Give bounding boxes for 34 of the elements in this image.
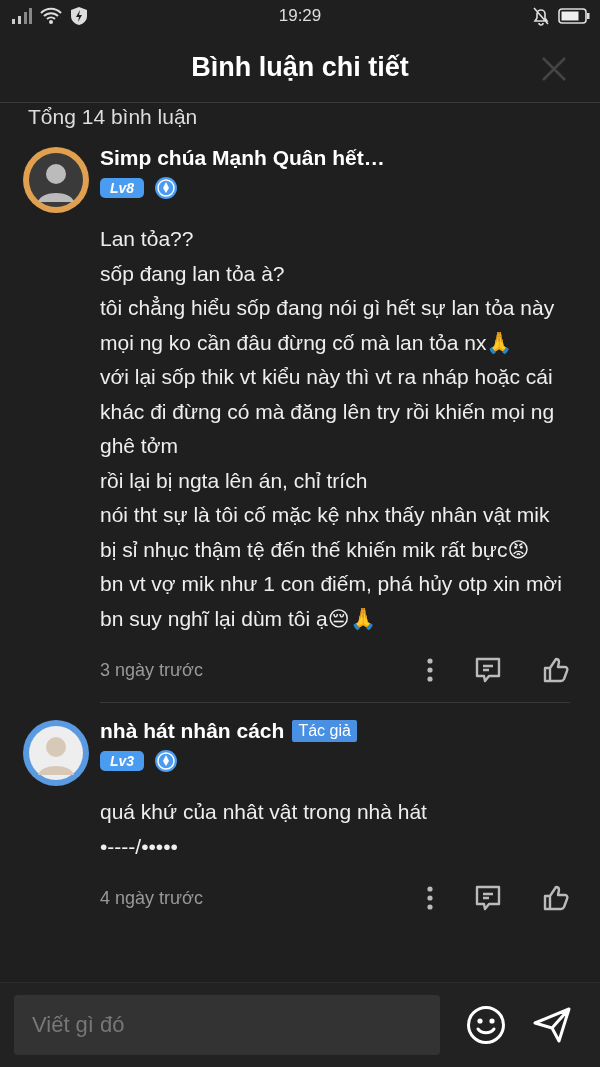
user-name[interactable]: Simp chúa Mạnh Quân hết… xyxy=(100,146,385,170)
thumbs-up-icon[interactable] xyxy=(542,884,570,912)
comment-text: •----/••••• xyxy=(100,833,179,860)
bell-off-icon xyxy=(532,6,550,26)
more-icon[interactable] xyxy=(426,658,434,682)
badge-icon xyxy=(154,749,179,773)
comment-icon[interactable] xyxy=(474,656,502,684)
author-tag: Tác giả xyxy=(292,720,357,742)
comment-text: bn vt vợ mik như 1 con điếm, phá hủy otp xin mời bn suy nghĩ lại dùm tôi ạ😔🙏 xyxy=(100,571,563,632)
emoji-icon[interactable] xyxy=(466,1005,506,1045)
avatar-icon[interactable] xyxy=(22,146,90,214)
comment-count: Tổng 14 bình luận xyxy=(28,104,199,130)
signal-icon xyxy=(10,7,32,25)
user-name[interactable]: nhà hát nhân cách xyxy=(100,719,285,743)
level-badge: Lv8 xyxy=(100,178,145,198)
level-badge: Lv3 xyxy=(100,751,145,771)
wifi-icon xyxy=(40,7,62,25)
send-icon[interactable] xyxy=(532,1006,572,1044)
comment-input[interactable]: Viết gì đó xyxy=(14,995,440,1055)
shield-icon xyxy=(70,6,88,26)
comment-text: Lan tỏa?? xyxy=(100,226,195,252)
clock-time: 19:29 xyxy=(278,6,322,26)
more-icon[interactable] xyxy=(426,886,434,910)
page-title: Bình luận chi tiết xyxy=(191,51,409,83)
comment-text: quá khứ của nhât vật trong nhà hát xyxy=(100,799,428,825)
comment-time: 4 ngày trước xyxy=(100,887,204,909)
battery-icon xyxy=(558,7,590,25)
avatar-icon[interactable] xyxy=(22,719,90,787)
comment-text: rồi lại bị ngta lên án, chỉ trích xyxy=(100,467,369,494)
badge-icon xyxy=(154,176,179,200)
comment-text: sốp đang lan tỏa à? xyxy=(100,260,286,287)
thumbs-up-icon[interactable] xyxy=(542,656,570,684)
comment-icon[interactable] xyxy=(474,884,502,912)
comment-time: 3 ngày trước xyxy=(100,659,204,681)
